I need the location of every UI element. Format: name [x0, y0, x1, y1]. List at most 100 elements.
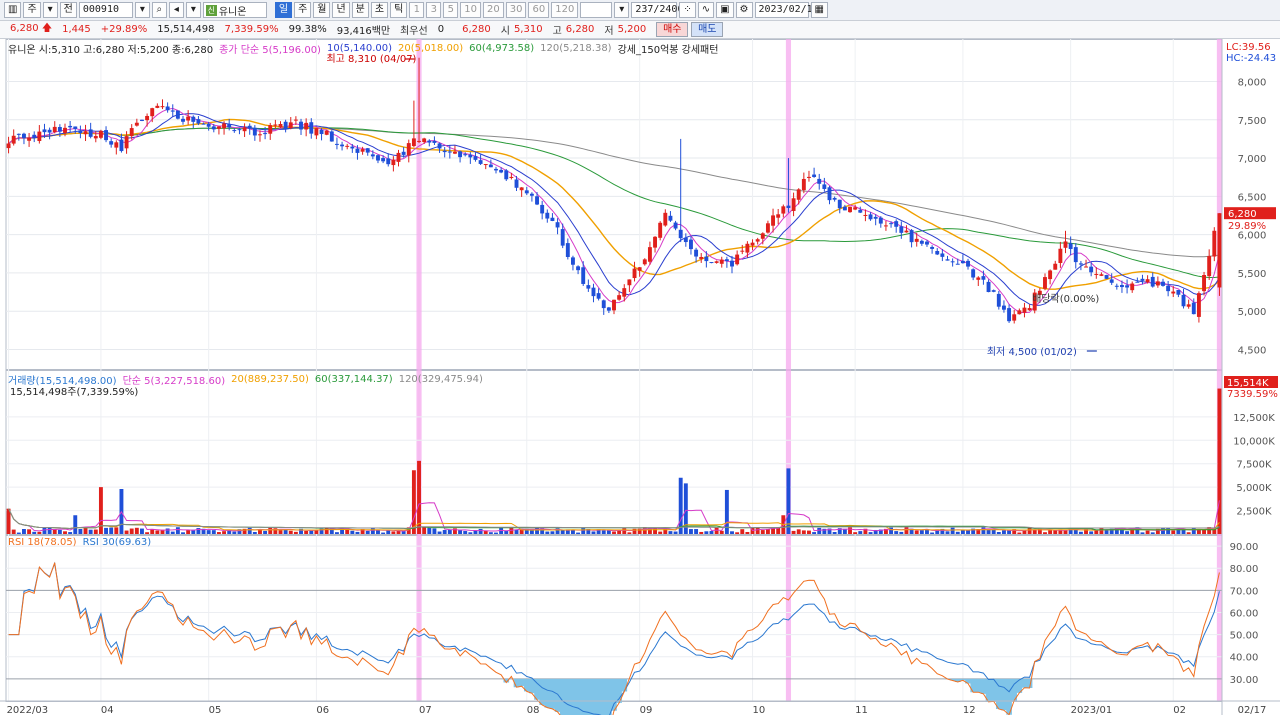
interval-20[interactable]: 20 [483, 2, 504, 18]
history-dropdown-icon[interactable]: ▾ [185, 2, 201, 18]
candle-body [134, 122, 139, 126]
volume-bar [186, 529, 191, 534]
candle-body [653, 236, 657, 248]
candle-body [386, 158, 391, 165]
priority-value: 0 [437, 24, 445, 35]
candle-body [57, 127, 62, 132]
volume-bar [955, 531, 960, 534]
volume-ytick-label: 2,500K [1236, 507, 1272, 518]
volume-bar [801, 530, 806, 534]
timeframe-year[interactable]: 년 [332, 2, 350, 18]
settings-gear-icon[interactable]: ⚙ [735, 2, 753, 18]
candle-body [170, 110, 175, 112]
interval-3[interactable]: 3 [426, 2, 442, 18]
x-axis-label: 10 [753, 705, 766, 715]
timeframe-month[interactable]: 월 [313, 2, 331, 18]
candle-body [1094, 273, 1099, 275]
timeframe-tick[interactable]: 틱 [390, 2, 408, 18]
candle-body [832, 197, 837, 200]
volume-bar [1150, 532, 1155, 534]
candle-body [950, 261, 955, 263]
interval-dropdown-icon[interactable]: ▾ [614, 2, 630, 18]
volume-bar [576, 532, 581, 534]
volume-bar [478, 528, 483, 534]
event-highlight-column [785, 39, 792, 701]
candle-body [1202, 274, 1206, 292]
candle-body [252, 127, 257, 136]
save-icon[interactable]: ▣ [716, 2, 734, 18]
volume-bar [129, 528, 134, 534]
volume-bar [427, 528, 432, 534]
volume-bar [791, 530, 796, 534]
candle-body [350, 146, 355, 149]
volume-bar [458, 530, 463, 534]
candle-body [1001, 305, 1006, 310]
price-ytick-label: 5,000 [1238, 307, 1267, 318]
volume-bar [581, 528, 586, 534]
interval-5[interactable]: 5 [443, 2, 459, 18]
stock-name-field[interactable]: 신 유니온 [202, 2, 267, 18]
candle-body [966, 260, 970, 267]
volume-bar [411, 470, 416, 534]
speaker-icon[interactable]: ◂ [168, 2, 184, 18]
volume-bar [1099, 528, 1104, 534]
interval-1[interactable]: 1 [409, 2, 425, 18]
candle-body [345, 145, 350, 147]
volume-bar [1217, 388, 1222, 534]
search-icon[interactable]: ⌕ [151, 2, 167, 18]
chart-area[interactable]: 8,000 7,500 7,000 6,500 6,000 5,500 5,000 4,500… [0, 39, 1280, 715]
timeframe-week[interactable]: 주 [294, 2, 312, 18]
candle-body [899, 226, 904, 233]
timeframe-second[interactable]: 초 [370, 2, 389, 18]
volume-ytick-label: 5,000K [1236, 483, 1272, 494]
candle-body [191, 116, 196, 122]
rsi-ytick-label: 90.00 [1230, 542, 1259, 553]
indicator-icon[interactable]: ⁘ [679, 2, 696, 18]
change-percent: +29.89% [100, 24, 148, 35]
volume-bar [222, 531, 227, 534]
interval-10[interactable]: 10 [460, 2, 482, 18]
stock-code-input[interactable]: 000910 [78, 2, 133, 18]
interval-120[interactable]: 120 [551, 2, 579, 18]
interval-30[interactable]: 30 [505, 2, 527, 18]
prev-mode-button[interactable]: 전 [59, 2, 77, 18]
candle-body [268, 125, 273, 134]
volume-ytick-label: 10,000K [1233, 436, 1275, 447]
date-input[interactable]: 2023/02/17 [754, 2, 819, 18]
candle-body [930, 246, 935, 249]
bar-count-field[interactable]: 237/2400 [631, 2, 683, 18]
candle-body [524, 190, 529, 194]
code-dropdown-icon[interactable]: ▾ [134, 2, 150, 18]
volume-bar [612, 531, 616, 534]
draw-tool-icon[interactable]: ∿ [697, 2, 715, 18]
interval-60[interactable]: 60 [528, 2, 550, 18]
volume-bar [606, 530, 611, 534]
sell-button[interactable]: 매도 [691, 22, 724, 37]
candle-body [42, 129, 47, 133]
volume-bar [247, 527, 252, 534]
volume-bar [858, 531, 863, 534]
buy-button[interactable]: 매수 [656, 22, 689, 37]
timeframe-day[interactable]: 일 [274, 2, 293, 18]
volume-bar [673, 531, 678, 534]
candle-body [447, 151, 452, 153]
volume-bar [442, 530, 447, 534]
candle-body [791, 198, 796, 211]
calendar-icon[interactable]: ▦ [810, 2, 828, 18]
volume-bar [986, 529, 991, 534]
volume-bar [1017, 532, 1022, 534]
volume-bar [488, 532, 493, 534]
candle-body [129, 128, 134, 137]
layout-icon[interactable]: ▥ [4, 2, 22, 18]
candle-body [181, 118, 185, 122]
custom-interval-input[interactable] [580, 2, 613, 18]
volume-bar [899, 531, 904, 534]
rsi-ytick-label: 70.00 [1230, 586, 1259, 597]
candle-body [494, 168, 498, 171]
period-select[interactable]: 주 [23, 2, 41, 18]
candle-body [360, 149, 365, 152]
candle-body [914, 238, 919, 242]
timeframe-minute[interactable]: 분 [351, 2, 369, 18]
candle-body [1207, 256, 1212, 277]
dropdown-icon[interactable]: ▾ [42, 2, 58, 18]
